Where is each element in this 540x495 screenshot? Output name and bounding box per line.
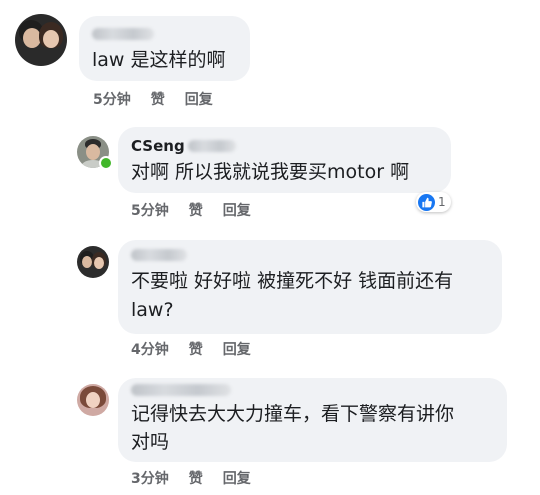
comment-bubble: 记得快去大大力撞车，看下警察有讲你 对吗 bbox=[118, 378, 507, 462]
online-status-dot bbox=[99, 156, 113, 170]
like-button[interactable]: 赞 bbox=[189, 203, 203, 219]
like-button[interactable]: 赞 bbox=[151, 92, 165, 108]
comment-text-line-1: 不要啦 好好啦 被撞死不好 钱面前还有 bbox=[131, 270, 454, 292]
thumbs-up-icon bbox=[418, 193, 435, 211]
comment-text-line-2: law? bbox=[131, 299, 174, 321]
like-button[interactable]: 赞 bbox=[189, 471, 203, 487]
comment-text: law 是这样的啊 bbox=[92, 49, 226, 71]
reply-button[interactable]: 回复 bbox=[223, 203, 251, 219]
avatar[interactable] bbox=[77, 384, 109, 416]
avatar-face bbox=[86, 144, 100, 160]
redacted-name bbox=[131, 249, 187, 261]
timestamp[interactable]: 5分钟 bbox=[131, 203, 169, 219]
reply-button[interactable]: 回复 bbox=[223, 342, 251, 358]
reply-button[interactable]: 回复 bbox=[185, 92, 213, 108]
like-button[interactable]: 赞 bbox=[189, 342, 203, 358]
avatar-face bbox=[94, 257, 104, 269]
commenter-name[interactable]: CSeng bbox=[131, 137, 185, 155]
comment-actions: 5分钟 赞 回复 bbox=[93, 89, 233, 109]
reply-button[interactable]: 回复 bbox=[223, 471, 251, 487]
comment-bubble: 不要啦 好好啦 被撞死不好 钱面前还有 law? bbox=[118, 240, 502, 334]
timestamp[interactable]: 5分钟 bbox=[93, 92, 131, 108]
avatar-face bbox=[86, 392, 100, 408]
comment-bubble: law 是这样的啊 bbox=[79, 16, 250, 81]
avatar[interactable] bbox=[15, 14, 67, 66]
comment-text-line-2: 对吗 bbox=[131, 431, 170, 453]
redacted-name bbox=[131, 384, 231, 396]
redacted-name bbox=[188, 140, 236, 152]
reaction-badge[interactable]: 1 bbox=[416, 192, 451, 212]
avatar-face bbox=[82, 256, 92, 268]
comment-bubble: CSeng 对啊 所以我就说我要买motor 啊 bbox=[118, 127, 451, 193]
comment-actions: 5分钟 赞 回复 bbox=[131, 200, 271, 220]
avatar-face bbox=[43, 30, 59, 48]
comment-text: 对啊 所以我就说我要买motor 啊 bbox=[131, 161, 410, 183]
reaction-count: 1 bbox=[438, 195, 446, 209]
redacted-name bbox=[92, 28, 154, 40]
comment-text-line-1: 记得快去大大力撞车，看下警察有讲你 bbox=[131, 403, 455, 425]
comment-actions: 3分钟 赞 回复 bbox=[131, 468, 271, 488]
avatar[interactable] bbox=[77, 246, 109, 278]
timestamp[interactable]: 3分钟 bbox=[131, 471, 169, 487]
comment-actions: 4分钟 赞 回复 bbox=[131, 339, 271, 359]
timestamp[interactable]: 4分钟 bbox=[131, 342, 169, 358]
